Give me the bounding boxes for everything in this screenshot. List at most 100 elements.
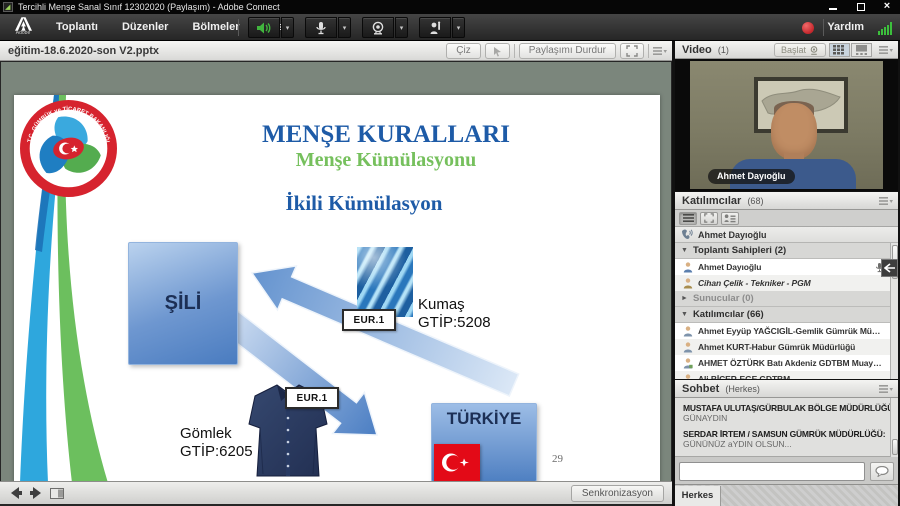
prev-slide-button[interactable] [8, 486, 24, 500]
send-message-button[interactable] [870, 462, 894, 481]
pointer-icon [492, 46, 503, 57]
breakout-view-icon [704, 213, 714, 223]
fabric-image [357, 247, 413, 317]
chile-box: ŞİLİ [128, 242, 238, 365]
eur1-label-bottom: EUR.1 [285, 387, 339, 409]
webcam-icon [371, 21, 385, 35]
webcam-control: ▾ [362, 17, 408, 38]
person-icon [683, 342, 693, 353]
shirt-code: GTİP:6205 [180, 443, 253, 461]
fabric-name: Kumaş [418, 296, 491, 314]
menu-item-toplanti[interactable]: Toplantı [44, 14, 110, 41]
chat-message-list: MUSTAFA ULUTAŞ/GÜRBULAK BÖLGE MÜDÜRLÜĞÜ:… [675, 398, 898, 457]
speaker-video: Ahmet Dayıoğlu [690, 61, 883, 189]
fullscreen-button[interactable] [620, 43, 644, 59]
raise-hand-button[interactable] [419, 17, 451, 38]
chat-scrollbar[interactable] [890, 398, 898, 457]
collapse-panel-button[interactable] [881, 259, 898, 277]
draw-button[interactable]: Çiz [446, 43, 480, 59]
attendees-pod-menu-icon[interactable] [879, 197, 893, 206]
webcam-dropdown[interactable]: ▾ [395, 17, 408, 38]
filmstrip-view-button[interactable] [851, 43, 872, 57]
person-icon [683, 278, 693, 289]
eur1-top-text: EUR.1 [354, 315, 385, 326]
slide: T.C. GÜMRÜK ve TİCARET BAKANLIĞI MINISTR… [14, 95, 660, 483]
microphone-icon [315, 21, 327, 35]
grid-view-icon [833, 45, 846, 55]
adobe-connect-window: ◢ Tercihli Menşe Sanal Sınıf 12302020 (P… [0, 0, 900, 506]
attendee-row-participant-2[interactable]: Ahmet KURT-Habur Gümrük Müdürlüğü [675, 339, 890, 355]
microphone-button[interactable] [305, 17, 337, 38]
attendee-status-view-button[interactable] [721, 212, 739, 225]
stop-sharing-button[interactable]: Paylaşımı Durdur [519, 43, 616, 59]
menu-item-duzenler[interactable]: Düzenler [110, 14, 180, 41]
chat-input[interactable] [679, 462, 865, 481]
attendee-row-participant-4[interactable]: Ali BİÇER-EGE GDTBM [675, 371, 890, 379]
minimize-button[interactable] [822, 0, 844, 14]
speaker-head [771, 103, 817, 159]
breakout-view-button[interactable] [700, 212, 718, 225]
chat-sender: SERDAR İRTEM / SAMSUN GÜMRÜK MÜDÜRLÜĞÜ: [683, 429, 884, 439]
help-button[interactable]: Yardım [827, 14, 864, 41]
eur1-label-top: EUR.1 [342, 309, 396, 331]
status-dropdown[interactable]: ▾ [452, 17, 465, 38]
video-pod-menu-icon[interactable] [879, 46, 893, 55]
signal-strength-icon[interactable] [878, 22, 892, 35]
filmstrip-view-icon [855, 45, 868, 55]
video-count: (1) [718, 45, 729, 55]
menu-item-bolmeler[interactable]: Bölmeler [180, 14, 251, 41]
page-number: 29 [552, 453, 563, 465]
fullscreen-icon [626, 45, 638, 57]
sidebar-panel-icon[interactable] [50, 488, 64, 499]
person-badge-icon [683, 358, 693, 369]
start-webcam-icon [809, 46, 819, 55]
speaker-control: ▾ [248, 17, 294, 38]
group-header-participants[interactable]: ▼ Katılımcılar (66) [675, 307, 890, 323]
speech-bubble-icon [875, 466, 889, 477]
video-content: Ahmet Dayıoğlu [675, 59, 898, 191]
chat-tab-herkes[interactable]: Herkes [675, 486, 721, 506]
start-webcam-button[interactable]: Başlat [774, 43, 826, 57]
group-header-hosts[interactable]: ▼ Toplantı Sahipleri (2) [675, 243, 890, 259]
window-titlebar: ◢ Tercihli Menşe Sanal Sınıf 12302020 (P… [0, 0, 900, 14]
menubar-divider-right [823, 19, 824, 36]
next-slide-button[interactable] [28, 486, 44, 500]
maximize-button[interactable] [850, 0, 872, 14]
chile-label: ŞİLİ [165, 292, 202, 315]
webcam-button[interactable] [362, 17, 394, 38]
sync-button[interactable]: Senkronizasyon [571, 485, 664, 502]
fabric-code: GTİP:5208 [418, 314, 491, 332]
turkish-flag [434, 444, 480, 481]
share-pod-menu-icon[interactable] [653, 47, 667, 56]
attendees-pod-header: Katılımcılar (68) [675, 192, 898, 210]
speaker-icon [256, 21, 272, 35]
microphone-dropdown[interactable]: ▾ [338, 17, 351, 38]
group-header-presenters[interactable]: ► Sunucular (0) [675, 291, 890, 307]
chat-pod-menu-icon[interactable] [879, 385, 893, 394]
active-speaker-name: Ahmet Dayıoğlu [698, 230, 767, 240]
record-indicator [802, 22, 814, 34]
grid-view-button[interactable] [829, 43, 850, 57]
list-view-button[interactable] [679, 212, 697, 225]
status-control: ▾ [419, 17, 465, 38]
attendee-row-host-2[interactable]: Cihan Çelik - Tekniker - PGM [675, 275, 890, 291]
share-pod: eğitim-18.6.2020-son V2.pptx Çiz Paylaşı… [0, 41, 672, 506]
adobe-logo-icon[interactable]: Adobe [4, 16, 42, 39]
attendees-toolbar [675, 210, 898, 227]
close-button[interactable]: × [876, 0, 898, 14]
eur1-bottom-text: EUR.1 [297, 393, 328, 404]
share-content-area: T.C. GÜMRÜK ve TİCARET BAKANLIĞI MINISTR… [1, 62, 671, 481]
speaker-button[interactable] [248, 17, 280, 38]
person-icon [683, 262, 693, 273]
menubar-divider [238, 19, 239, 36]
speaker-dropdown[interactable]: ▾ [281, 17, 294, 38]
chat-text: GÜNÜNÜZ aYDIN OLSUN... [683, 439, 884, 449]
pointer-button[interactable] [485, 43, 510, 59]
attendee-row-host-1[interactable]: Ahmet Dayıoğlu [675, 259, 890, 275]
attendee-row-participant-1[interactable]: Ahmet Eyyüp YAĞCIGİL-Gemlik Gümrük Müdür… [675, 323, 890, 339]
flow-arrows [14, 95, 660, 483]
attendees-pod-title: Katılımcılar (68) [682, 192, 763, 210]
video-pod-header: Video (1) Başlat [675, 41, 898, 59]
attendee-row-participant-3[interactable]: AHMET ÖZTÜRK Batı Akdeniz GDTBM Muayene … [675, 355, 890, 371]
chat-text: GÜNAYDIN [683, 413, 884, 423]
